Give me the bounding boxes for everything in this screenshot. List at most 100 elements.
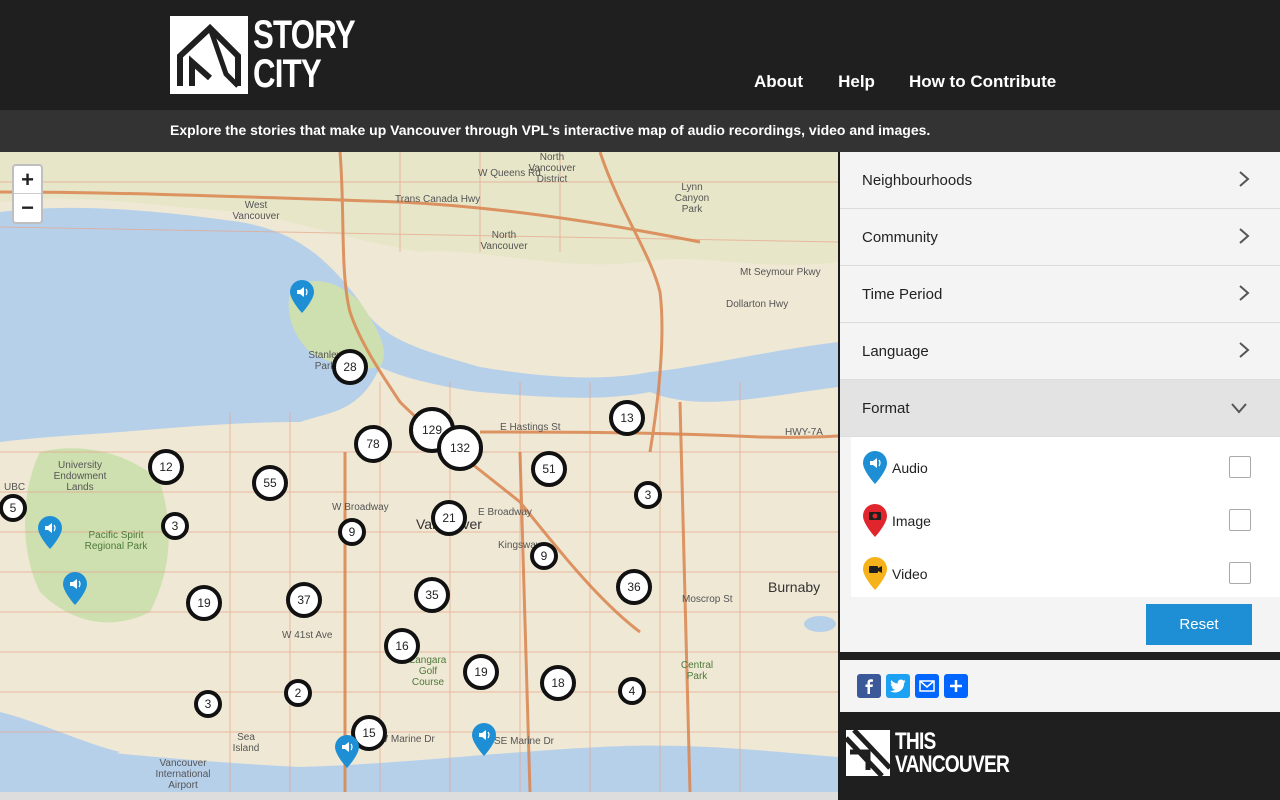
filter-neighbourhoods[interactable]: Neighbourhoods xyxy=(840,152,1280,209)
map-cluster[interactable]: 78 xyxy=(354,425,392,463)
map-label: Dollarton Hwy xyxy=(726,299,789,310)
map-cluster[interactable]: 51 xyxy=(531,451,567,487)
map-cluster[interactable]: 2 xyxy=(284,679,312,707)
map-label: Pacific Spirit Regional Park xyxy=(84,530,148,552)
footer: THIS VANCOUVER xyxy=(840,712,1280,800)
map-cluster[interactable]: 3 xyxy=(194,690,222,718)
map-label: Sea Island xyxy=(232,732,260,754)
map-label: West Vancouver xyxy=(232,200,280,222)
filter-community[interactable]: Community xyxy=(840,209,1280,266)
zoom-control: + − xyxy=(12,164,43,224)
map-label: Burnaby xyxy=(768,579,821,595)
zoom-out-button[interactable]: − xyxy=(14,194,41,222)
filter-label: Time Period xyxy=(862,286,943,303)
filter-language[interactable]: Language xyxy=(840,323,1280,380)
audio-pin-speaker-icon[interactable] xyxy=(38,516,62,550)
map-base-tiles xyxy=(0,152,838,800)
filter-time-period[interactable]: Time Period xyxy=(840,266,1280,323)
header: STORY CITY About Help How to Contribute xyxy=(0,0,1280,110)
map-label: UBC xyxy=(4,482,26,493)
nav-how-to-contribute[interactable]: How to Contribute xyxy=(909,72,1056,92)
main-nav: About Help How to Contribute xyxy=(754,72,1056,92)
format-option-audio[interactable]: Audio xyxy=(851,437,1280,490)
chevron-right-icon xyxy=(1239,285,1250,301)
map-label: W Queens Rd xyxy=(478,168,541,179)
filter-panel: Neighbourhoods Community Time Period Lan… xyxy=(840,152,1280,652)
map-cluster[interactable]: 37 xyxy=(286,582,322,618)
zoom-in-button[interactable]: + xyxy=(14,166,41,194)
reset-button[interactable]: Reset xyxy=(1146,604,1252,645)
map-label: Vancouver International Airport xyxy=(155,758,211,791)
map-label: Lynn Canyon Park xyxy=(674,182,710,215)
map-cluster[interactable]: 132 xyxy=(437,425,483,471)
map-cluster[interactable]: 28 xyxy=(332,349,368,385)
audio-pin-speaker-icon[interactable] xyxy=(335,735,359,769)
map-cluster[interactable]: 18 xyxy=(540,665,576,701)
map-label: E Broadway xyxy=(478,507,532,518)
map-label: Trans Canada Hwy xyxy=(395,194,481,205)
format-option-video[interactable]: Video xyxy=(851,543,1280,596)
filter-label: Community xyxy=(862,229,938,246)
nav-about[interactable]: About xyxy=(754,72,803,92)
map-label: Mt Seymour Pkwy xyxy=(740,267,821,278)
camera-icon xyxy=(863,504,887,537)
map-label: University Endowment Lands xyxy=(53,460,107,493)
audio-pin-speaker-icon[interactable] xyxy=(472,723,496,757)
map-label: E Hastings St xyxy=(500,422,561,433)
audio-checkbox[interactable] xyxy=(1229,456,1251,478)
map-cluster[interactable]: 21 xyxy=(431,500,467,536)
map-label: HWY-7A xyxy=(785,427,823,438)
map-cluster[interactable]: 13 xyxy=(609,400,645,436)
map[interactable]: + − North Vancouver District West Vancou… xyxy=(0,152,838,800)
video-checkbox[interactable] xyxy=(1229,562,1251,584)
story-city-logo[interactable]: STORY CITY xyxy=(170,15,356,96)
format-options: Audio Image Video xyxy=(851,437,1280,597)
video-camera-icon xyxy=(863,557,887,590)
chevron-right-icon xyxy=(1239,228,1250,244)
map-cluster[interactable]: 19 xyxy=(463,654,499,690)
chevron-right-icon xyxy=(1239,171,1250,187)
map-label: SE Marine Dr xyxy=(494,736,555,747)
format-option-image[interactable]: Image xyxy=(851,490,1280,543)
facebook-icon[interactable] xyxy=(857,674,881,698)
filter-format[interactable]: Format xyxy=(840,380,1280,437)
map-cluster[interactable]: 16 xyxy=(384,628,420,664)
chevron-right-icon xyxy=(1239,342,1250,358)
map-cluster[interactable]: 9 xyxy=(338,518,366,546)
this-vancouver-logo-mark[interactable] xyxy=(846,730,890,776)
image-checkbox[interactable] xyxy=(1229,509,1251,531)
map-label: Central Park xyxy=(680,660,714,682)
map-cluster[interactable]: 55 xyxy=(252,465,288,501)
map-cluster[interactable]: 3 xyxy=(634,481,662,509)
format-label: Image xyxy=(892,513,931,529)
map-cluster[interactable]: 12 xyxy=(148,449,184,485)
nav-help[interactable]: Help xyxy=(838,72,875,92)
map-cluster[interactable]: 36 xyxy=(616,569,652,605)
map-label: Moscrop St xyxy=(682,594,733,605)
audio-pin-speaker-icon[interactable] xyxy=(63,572,87,606)
map-horizontal-scrollbar[interactable] xyxy=(0,792,838,800)
tagline: Explore the stories that make up Vancouv… xyxy=(170,122,931,138)
map-cluster[interactable]: 4 xyxy=(618,677,646,705)
panel-divider xyxy=(840,652,1280,660)
audio-pin-speaker-icon[interactable] xyxy=(290,280,314,314)
share-icon[interactable] xyxy=(944,674,968,698)
map-cluster[interactable]: 9 xyxy=(530,542,558,570)
map-label: W Broadway xyxy=(332,502,389,513)
filter-label: Format xyxy=(862,400,910,417)
twitter-icon[interactable] xyxy=(886,674,910,698)
map-cluster[interactable]: 19 xyxy=(186,585,222,621)
speaker-icon xyxy=(863,451,887,484)
map-cluster[interactable]: 35 xyxy=(414,577,450,613)
map-cluster[interactable]: 5 xyxy=(0,494,27,522)
story-city-wordmark: STORY CITY xyxy=(253,13,356,96)
map-label: W 41st Ave xyxy=(282,630,333,641)
map-label: North Vancouver xyxy=(480,230,528,252)
map-cluster[interactable]: 3 xyxy=(161,512,189,540)
this-vancouver-wordmark[interactable]: THIS VANCOUVER xyxy=(895,730,1010,777)
email-icon[interactable] xyxy=(915,674,939,698)
format-label: Audio xyxy=(892,460,928,476)
share-bar xyxy=(840,660,1280,712)
chevron-down-icon xyxy=(1231,403,1247,414)
filter-label: Neighbourhoods xyxy=(862,172,973,189)
